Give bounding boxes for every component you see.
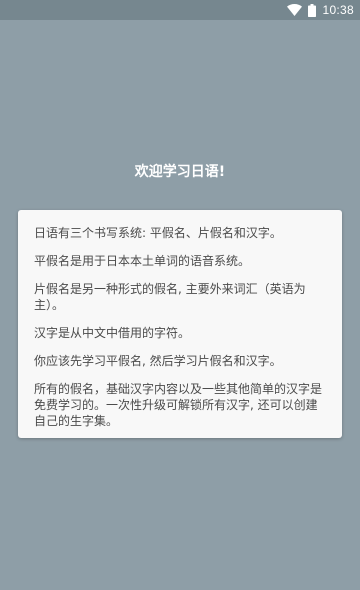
info-paragraph-writing-systems: 日语有三个书写系统: 平假名、片假名和汉字。: [34, 226, 282, 240]
battery-icon: [308, 3, 317, 17]
info-paragraph-hiragana: 平假名是用于日本本土单词的语音系统。: [34, 254, 251, 268]
info-paragraph-upgrade: 所有的假名，基础汉字内容以及一些其他简单的汉字是免费学习的。一次性升级可解锁所有…: [34, 382, 323, 428]
info-paragraph-kanji: 汉字是从中文中借用的字符。: [34, 326, 191, 340]
info-paragraph-katakana: 片假名是另一种形式的假名, 主要外来词汇（英语为主）。: [34, 282, 306, 312]
status-time: 10:38: [322, 3, 354, 17]
info-paragraph-study-order: 你应该先学习平假名, 然后学习片假名和汉字。: [34, 354, 282, 368]
status-bar: 10:38: [0, 0, 360, 20]
status-icons: 10:38: [287, 3, 354, 17]
wifi-icon: [287, 4, 303, 16]
info-card: 日语有三个书写系统: 平假名、片假名和汉字。 平假名是用于日本本土单词的语音系统…: [18, 210, 342, 438]
welcome-title: 欢迎学习日语!: [134, 164, 226, 180]
